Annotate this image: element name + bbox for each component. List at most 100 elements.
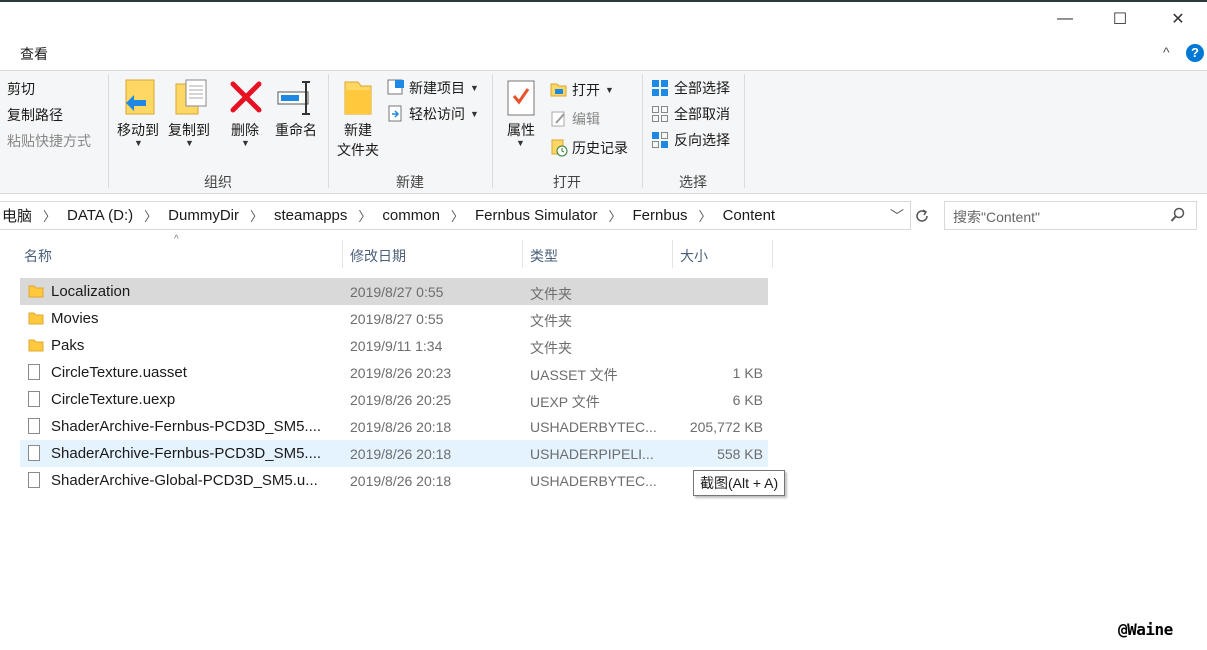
file-icon <box>28 418 40 434</box>
properties-icon <box>507 80 535 116</box>
select-none-icon <box>652 106 668 122</box>
breadcrumb-item[interactable]: Fernbus <box>631 207 690 224</box>
delete-label: 删除 <box>231 122 259 138</box>
file-date: 2019/8/26 20:18 <box>350 446 452 462</box>
file-icon <box>28 472 40 488</box>
copy-path-button[interactable]: 复制路径 <box>7 105 63 125</box>
group-label-select: 选择 <box>679 174 707 190</box>
breadcrumb-item[interactable]: 电脑 <box>0 205 34 226</box>
file-row[interactable]: Localization 2019/8/27 0:55 文件夹 <box>20 278 768 305</box>
column-divider[interactable] <box>672 240 673 268</box>
chevron-right-icon[interactable]: 〉 <box>690 206 721 225</box>
file-row[interactable]: ShaderArchive-Fernbus-PCD3D_SM5.... 2019/… <box>20 413 768 440</box>
ribbon-divider <box>328 74 329 188</box>
search-icon[interactable] <box>1170 207 1186 223</box>
file-row[interactable]: Paks 2019/9/11 1:34 文件夹 <box>20 332 768 359</box>
file-type: 文件夹 <box>530 286 572 302</box>
minimize-button[interactable]: — <box>1042 6 1088 32</box>
tab-view[interactable]: 查看 <box>20 44 48 64</box>
breadcrumb-item[interactable]: steamapps <box>272 207 349 224</box>
file-type: 文件夹 <box>530 340 572 356</box>
select-all-icon <box>652 80 668 96</box>
breadcrumb-item[interactable]: DATA (D:) <box>65 207 135 224</box>
chevron-down-icon: ▼ <box>470 109 479 119</box>
copy-to-icon <box>175 79 207 115</box>
file-type: 文件夹 <box>530 313 572 329</box>
file-type: UEXP 文件 <box>530 394 600 410</box>
file-date: 2019/9/11 1:34 <box>350 338 443 354</box>
ribbon-divider <box>744 74 745 188</box>
file-icon <box>28 391 40 407</box>
file-name: ShaderArchive-Global-PCD3D_SM5.u... <box>51 472 318 489</box>
chevron-right-icon[interactable]: 〉 <box>135 206 166 225</box>
rename-button[interactable]: 重命名 <box>270 76 322 156</box>
minimize-icon: — <box>1057 10 1073 27</box>
file-size: 558 KB <box>717 446 763 462</box>
column-divider[interactable] <box>342 240 343 268</box>
chevron-down-icon: ▼ <box>185 138 194 148</box>
file-row[interactable]: ShaderArchive-Fernbus-PCD3D_SM5.... 2019/… <box>20 440 768 467</box>
move-to-button[interactable]: 移动到 ▼ <box>113 76 163 156</box>
chevron-right-icon[interactable]: 〉 <box>349 206 380 225</box>
properties-button[interactable]: 属性 ▼ <box>500 76 542 156</box>
cut-button[interactable]: 剪切 <box>7 79 35 99</box>
breadcrumb-item[interactable]: Fernbus Simulator <box>473 207 600 224</box>
ribbon-divider <box>492 74 493 188</box>
chevron-down-icon: ▼ <box>241 138 250 148</box>
easy-access-button[interactable]: 轻松访问 ▼ <box>387 104 479 124</box>
properties-label: 属性 <box>507 122 535 138</box>
history-button[interactable]: 历史记录 <box>550 138 628 158</box>
open-folder-icon <box>550 83 567 97</box>
breadcrumb-item[interactable]: Content <box>721 207 778 224</box>
chevron-right-icon[interactable]: 〉 <box>600 206 631 225</box>
file-date: 2019/8/27 0:55 <box>350 284 444 300</box>
edit-button[interactable]: 编辑 <box>550 109 600 129</box>
refresh-icon <box>916 208 928 222</box>
window-top-border <box>0 0 1207 2</box>
breadcrumb-item[interactable]: common <box>380 207 442 224</box>
copy-to-button[interactable]: 复制到 ▼ <box>164 76 214 156</box>
close-button[interactable]: ✕ <box>1155 6 1201 32</box>
easy-access-icon <box>388 105 402 122</box>
file-row[interactable]: Movies 2019/8/27 0:55 文件夹 <box>20 305 768 332</box>
select-none-button[interactable]: 全部取消 <box>651 104 730 124</box>
chevron-right-icon[interactable]: 〉 <box>442 206 473 225</box>
column-header-size[interactable]: 大小 <box>680 246 708 266</box>
address-dropdown-icon[interactable]: ﹀ <box>890 206 904 226</box>
ribbon-collapse-icon[interactable]: ^ <box>1163 44 1170 60</box>
delete-button[interactable]: 删除 ▼ <box>224 76 266 156</box>
file-name: Movies <box>51 310 99 327</box>
chevron-right-icon[interactable]: 〉 <box>241 206 272 225</box>
column-header-name[interactable]: 名称 <box>24 246 52 266</box>
file-date: 2019/8/26 20:18 <box>350 473 452 489</box>
maximize-icon: ☐ <box>1112 11 1128 28</box>
new-item-button[interactable]: 新建项目 ▼ <box>387 78 479 98</box>
select-none-label: 全部取消 <box>674 106 730 122</box>
file-row[interactable]: CircleTexture.uexp 2019/8/26 20:25 UEXP 文件… <box>20 386 768 413</box>
column-header-date[interactable]: 修改日期 <box>350 246 406 266</box>
refresh-button[interactable] <box>909 201 935 230</box>
new-folder-button[interactable]: 新建 文件夹 <box>332 76 384 166</box>
file-row[interactable]: CircleTexture.uasset 2019/8/26 20:23 UASSE… <box>20 359 768 386</box>
open-button[interactable]: 打开 ▼ <box>550 80 614 100</box>
breadcrumb-item[interactable]: DummyDir <box>166 207 241 224</box>
file-name: CircleTexture.uexp <box>51 391 176 408</box>
history-icon <box>551 139 568 157</box>
help-icon[interactable]: ? <box>1186 44 1204 62</box>
file-row[interactable]: ShaderArchive-Global-PCD3D_SM5.u... 2019/… <box>20 467 768 494</box>
chevron-down-icon: ▼ <box>605 85 614 95</box>
chevron-right-icon[interactable]: 〉 <box>34 206 65 225</box>
column-divider[interactable] <box>772 240 773 268</box>
folder-icon <box>28 285 44 298</box>
search-input[interactable]: 搜索"Content" <box>953 207 1040 227</box>
column-divider[interactable] <box>522 240 523 268</box>
column-header-type[interactable]: 类型 <box>530 246 558 266</box>
invert-selection-button[interactable]: 反向选择 <box>651 130 730 150</box>
maximize-button[interactable]: ☐ <box>1097 6 1143 32</box>
select-all-button[interactable]: 全部选择 <box>651 78 730 98</box>
copy-to-label: 复制到 <box>168 122 210 138</box>
close-icon: ✕ <box>1171 11 1185 28</box>
file-size: 205,772 KB <box>689 419 763 435</box>
paste-shortcut-button[interactable]: 粘贴快捷方式 <box>7 131 91 151</box>
file-type: USHADERPIPELI... <box>530 446 654 462</box>
